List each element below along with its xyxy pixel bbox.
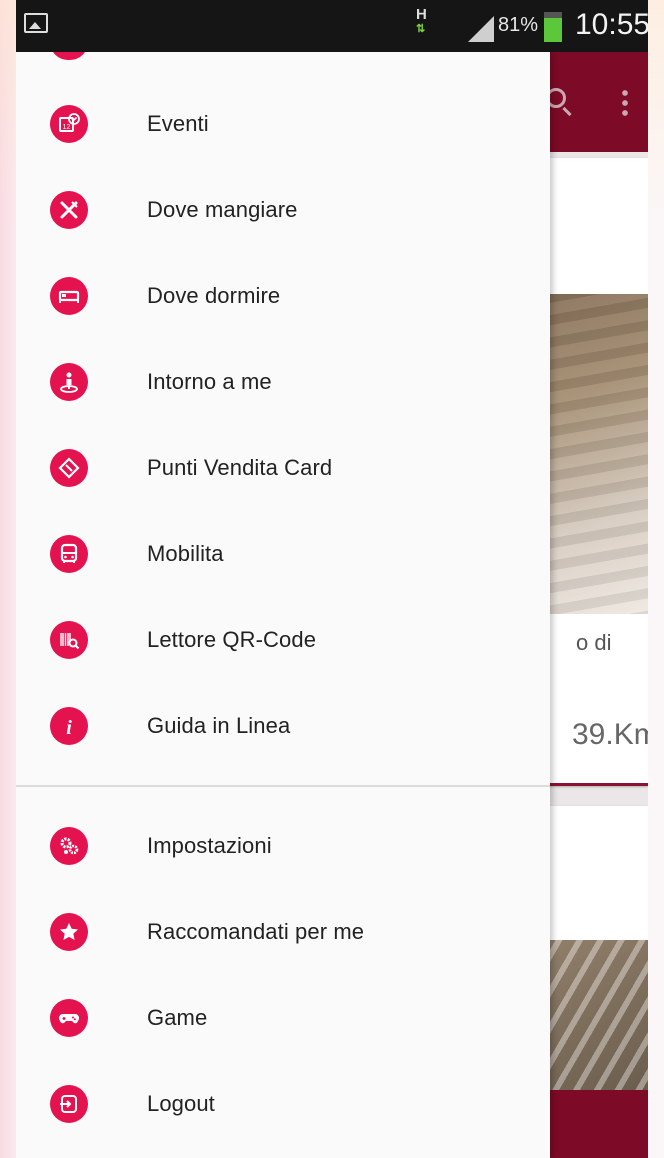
ticket-icon: [50, 449, 88, 487]
battery-level-fill: [544, 17, 562, 42]
menu-item-eventi[interactable]: 12 Eventi: [16, 81, 550, 167]
logout-icon: [50, 1085, 88, 1123]
gallery-notification-icon: [24, 13, 48, 33]
battery-icon: [544, 12, 562, 42]
card-title-fragment: o di: [576, 630, 612, 655]
device-screen: H ⇅ 81% 10:55 o di 39.Km 12 Eventi Dove …: [16, 0, 648, 1158]
menu-item-dove-mangiare[interactable]: Dove mangiare: [16, 167, 550, 253]
bus-icon: [50, 535, 88, 573]
menu-item-icon-partial: [50, 52, 88, 60]
navigation-drawer: 12 Eventi Dove mangiare Dove dormire Int…: [16, 52, 550, 1158]
svg-text:i: i: [66, 717, 72, 738]
drawer-divider: [16, 785, 550, 787]
menu-item-label: Punti Vendita Card: [147, 455, 333, 480]
menu-item-label: Game: [147, 1005, 208, 1030]
menu-item-logout[interactable]: Logout: [16, 1061, 550, 1147]
menu-item-game[interactable]: Game: [16, 975, 550, 1061]
person-location-icon: [50, 363, 88, 401]
battery-percent: 81%: [498, 14, 539, 36]
bed-icon: [50, 277, 88, 315]
network-type-indicator: H ⇅: [416, 6, 427, 36]
menu-item-lettore-qr-code[interactable]: Lettore QR-Code: [16, 597, 550, 683]
menu-item-dove-dormire[interactable]: Dove dormire: [16, 253, 550, 339]
gamepad-icon: [50, 999, 88, 1037]
card-distance: 39.Km: [572, 718, 648, 751]
calendar-icon: 12: [50, 105, 88, 143]
qr-scan-icon: [50, 621, 88, 659]
svg-text:12: 12: [63, 124, 71, 131]
menu-item-impostazioni[interactable]: Impostazioni: [16, 803, 550, 889]
menu-item-label: Intorno a me: [147, 369, 272, 394]
menu-item-label: Impostazioni: [147, 833, 272, 858]
network-type-label: H: [416, 6, 427, 23]
menu-item-punti-vendita-card[interactable]: Punti Vendita Card: [16, 425, 550, 511]
data-activity-icon: ⇅: [416, 23, 426, 35]
fork-knife-icon: [50, 191, 88, 229]
menu-item-label: Mobilita: [147, 541, 224, 566]
menu-item-label: Eventi: [147, 111, 209, 136]
clock: 10:55: [575, 8, 648, 41]
menu-item-label: Guida in Linea: [147, 713, 291, 738]
menu-item-guida-in-linea[interactable]: i Guida in Linea: [16, 683, 550, 769]
menu-item-intorno-a-me[interactable]: Intorno a me: [16, 339, 550, 425]
menu-item-mobilita[interactable]: Mobilita: [16, 511, 550, 597]
status-bar: H ⇅ 81% 10:55: [16, 0, 648, 52]
menu-item-label: Dove mangiare: [147, 197, 298, 222]
menu-item-label: Logout: [147, 1091, 215, 1116]
signal-strength-icon: [468, 16, 494, 42]
menu-item-label: Raccomandati per me: [147, 919, 365, 944]
info-icon: i: [50, 707, 88, 745]
gears-icon: [50, 827, 88, 865]
menu-item-label: Lettore QR-Code: [147, 627, 317, 652]
star-icon: [50, 913, 88, 951]
menu-item-label: Dove dormire: [147, 283, 281, 308]
menu-item-raccomandati-per-me[interactable]: Raccomandati per me: [16, 889, 550, 975]
overflow-menu-icon[interactable]: [622, 88, 628, 116]
